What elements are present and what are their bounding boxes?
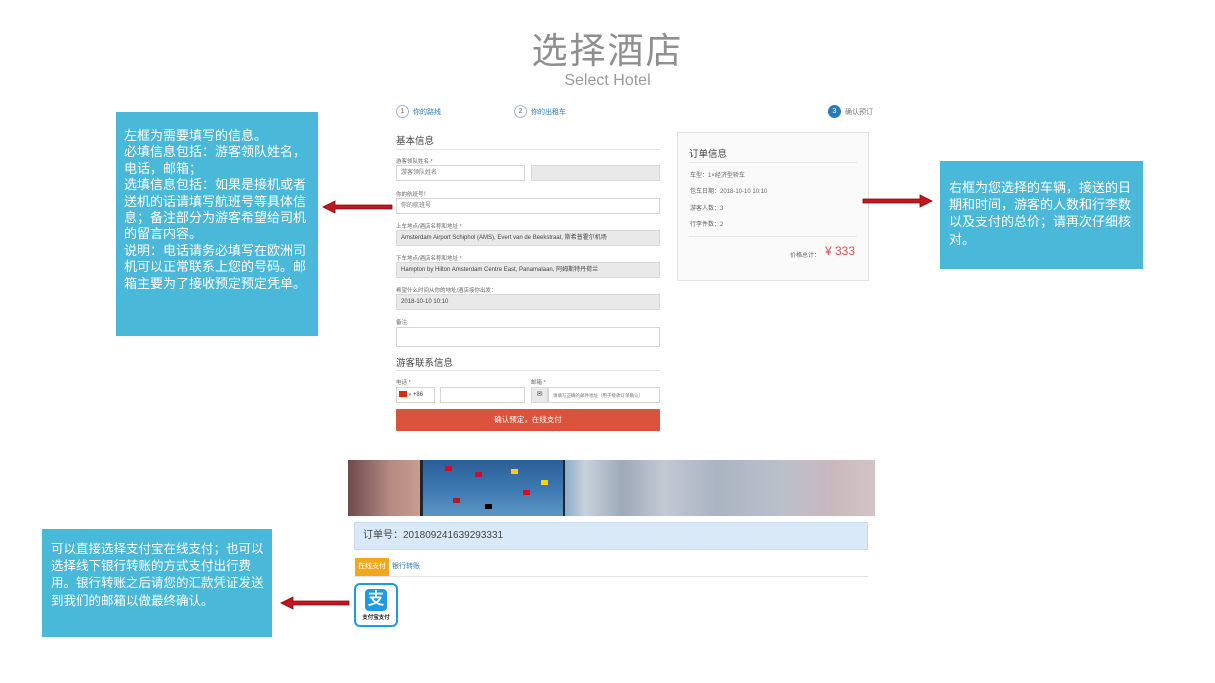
china-flag-icon <box>399 391 407 398</box>
email-label: 邮箱 * <box>531 380 546 386</box>
divider <box>354 576 868 577</box>
note-paragraph: 右框为您选择的车辆，接送的日期和时间，游客的人数和行李数以及支付的总价；请再次仔… <box>949 181 1132 248</box>
order-number: 订单号：201809241639293331 <box>354 522 868 550</box>
leader-name-input[interactable] <box>396 165 525 181</box>
phone-label: 电话 * <box>396 380 411 386</box>
left-note: 左框为需要填写的信息。 必填信息包括：游客领队姓名，电话，邮箱； 选填信息包括：… <box>116 112 318 336</box>
note-paragraph: 选填信息包括：如果是接机或者送机的话请填写航班号等具体信息；备注部分为游客希望给… <box>124 178 307 243</box>
contact-info-heading: 游客联系信息 <box>396 358 454 369</box>
order-info-heading: 订单信息 <box>689 149 728 160</box>
phone-input[interactable] <box>440 387 525 403</box>
alipay-label: 支付宝支付 <box>362 615 390 621</box>
price-total-value: ¥ 333 <box>825 244 856 258</box>
email-input[interactable] <box>548 387 660 403</box>
right-note: 右框为您选择的车辆，接送的日期和时间，游客的人数和行李数以及支付的总价；请再次仔… <box>940 161 1143 269</box>
remark-label: 备注: <box>396 320 409 326</box>
flight-number-input[interactable] <box>396 198 660 214</box>
bottom-left-arrow-icon <box>280 596 350 610</box>
chevron-down-icon: ▾ <box>408 392 412 398</box>
divider <box>689 162 857 163</box>
tab-online-payment[interactable]: 在线支付 <box>355 558 389 576</box>
tablet-map-image <box>420 460 565 516</box>
leader-name-label: 游客领队姓名 * <box>396 159 433 165</box>
step-taxi[interactable]: 2 你的出租车 <box>514 105 566 118</box>
step-label: 你的路线 <box>413 108 441 116</box>
date-row: 包车日期：2018-10-10 10:10 <box>690 189 768 195</box>
divider <box>689 236 857 237</box>
divider <box>396 149 660 150</box>
page-subtitle: Select Hotel <box>564 72 651 89</box>
note-paragraph: 可以直接选择支付宝在线支付；也可以选择线下银行转账的方式支付出行费用。银行转账之… <box>51 541 264 608</box>
step-confirm[interactable]: 3 确认预订 <box>828 105 873 118</box>
dropoff-label: 下车地点/酒店名称和地址 * <box>396 256 462 262</box>
pickup-time-label: 希望什么时间从你的地址/酒店接你出发： <box>396 288 497 294</box>
pickup-label: 上车地点/酒店名称和地址 * <box>396 224 462 230</box>
note-paragraph: 左框为需要填写的信息。 <box>124 129 268 144</box>
dropoff-address-field[interactable]: Hampton by Hilton Amsterdam Centre East,… <box>396 262 660 278</box>
flight-label: 你的航班号！ <box>396 192 430 198</box>
step-indicator: 1 你的路线 2 你的出租车 3 确认预订 <box>396 105 874 121</box>
vehicle-row: 车型：1×经济型轿车 <box>690 173 745 179</box>
country-code-select[interactable]: ▾ +86 <box>396 387 435 403</box>
leader-surname-input[interactable] <box>531 165 660 181</box>
alipay-icon: 支 <box>365 589 387 611</box>
envelope-icon: ✉ <box>531 387 548 403</box>
basic-info-heading: 基本信息 <box>396 136 435 147</box>
bottom-note: 可以直接选择支付宝在线支付；也可以选择线下银行转账的方式支付出行费用。银行转账之… <box>42 529 272 637</box>
passengers-row: 游客人数：3 <box>690 206 724 212</box>
step-label: 确认预订 <box>845 108 873 116</box>
step-route[interactable]: 1 你的路线 <box>396 105 441 118</box>
pickup-address-field[interactable]: Amsterdam Airport Schiphol (AMS), Evert … <box>396 230 660 246</box>
tab-bank-transfer[interactable]: 银行转账 <box>392 558 420 576</box>
remark-textarea[interactable] <box>396 327 660 347</box>
confirm-pay-button[interactable]: 确认预定，在线支付 <box>396 409 660 431</box>
note-paragraph: 必填信息包括：游客领队姓名，电话，邮箱； <box>124 145 307 177</box>
step-number: 1 <box>396 105 409 118</box>
pickup-time-field[interactable]: 2018-10-10 10:10 <box>396 294 660 310</box>
divider <box>396 370 660 371</box>
step-label: 你的出租车 <box>531 108 566 116</box>
banner-image <box>348 460 875 516</box>
right-arrow-icon <box>862 194 933 208</box>
alipay-button[interactable]: 支 支付宝支付 <box>354 583 398 627</box>
note-paragraph: 说明：电话请务必填写在欧洲司机可以正常联系上您的号码。邮箱主要为了接收预定预定凭… <box>124 243 307 292</box>
step-number: 2 <box>514 105 527 118</box>
left-arrow-icon <box>322 200 393 214</box>
step-number: 3 <box>828 105 841 118</box>
price-total-label: 价格总计： <box>790 253 821 259</box>
luggage-row: 行李件数：2 <box>690 222 724 228</box>
page-title: 选择酒店 <box>531 31 684 72</box>
phone-code: +86 <box>412 392 424 398</box>
